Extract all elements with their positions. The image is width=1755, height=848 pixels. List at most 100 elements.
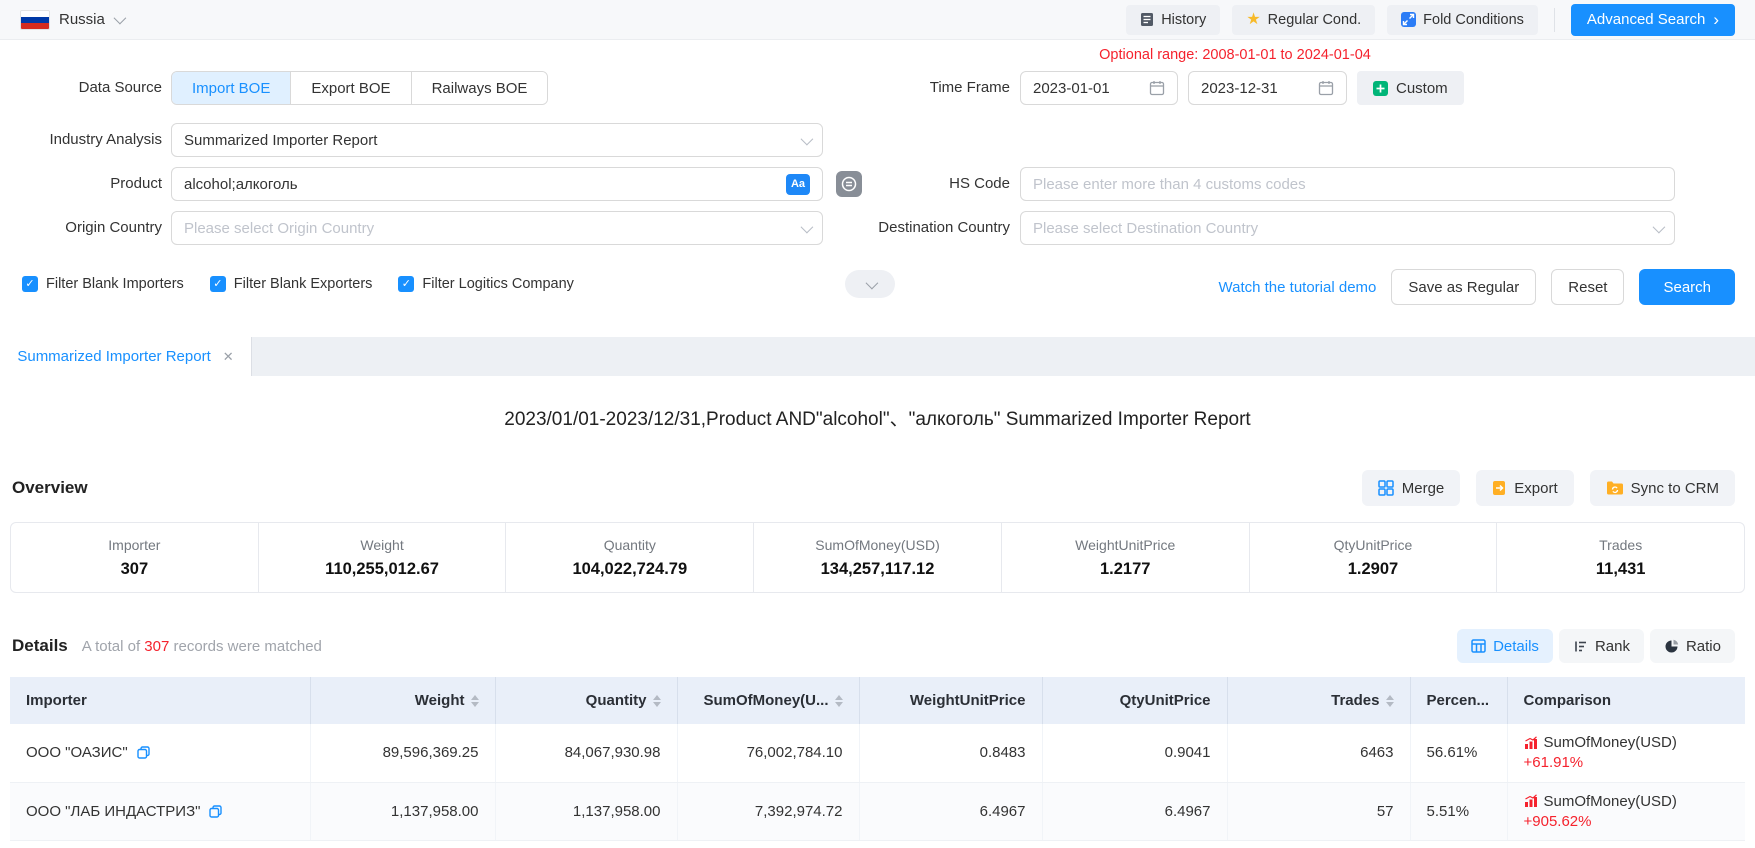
data-source-tabs: Import BOE Export BOE Railways BOE bbox=[171, 71, 548, 105]
view-details-button[interactable]: Details bbox=[1457, 629, 1553, 663]
importer-name-link[interactable]: ООО "ЛАБ ИНДАСТРИЗ" bbox=[26, 803, 200, 820]
report-title: 2023/01/01-2023/12/31,Product AND"alcoho… bbox=[0, 404, 1755, 431]
chevron-down-icon bbox=[1653, 220, 1666, 233]
importer-name-link[interactable]: ООО "ОАЗИС" bbox=[26, 744, 128, 761]
regular-cond-button[interactable]: ★ Regular Cond. bbox=[1232, 5, 1375, 35]
merge-button[interactable]: Merge bbox=[1362, 470, 1461, 506]
col-percentage[interactable]: Percen... bbox=[1410, 677, 1507, 724]
country-selector[interactable]: Russia bbox=[20, 10, 123, 30]
tab-summarized-importer-report[interactable]: Summarized Importer Report ✕ bbox=[0, 337, 252, 376]
hs-code-label: HS Code bbox=[790, 167, 1010, 201]
comparison-cell: SumOfMoney(USD) +905.62% bbox=[1524, 793, 1730, 830]
hs-code-input[interactable]: Please enter more than 4 customs codes bbox=[1020, 167, 1675, 201]
data-source-label: Data Source bbox=[0, 71, 162, 105]
col-quantity[interactable]: Quantity bbox=[495, 677, 677, 724]
table-row: ООО "ОАЗИС" 89,596,369.25 84,067,930.98 … bbox=[10, 724, 1745, 782]
tutorial-demo-link[interactable]: Watch the tutorial demo bbox=[1219, 279, 1377, 296]
col-trades[interactable]: Trades bbox=[1227, 677, 1410, 724]
copy-icon[interactable] bbox=[209, 805, 222, 818]
rank-list-icon bbox=[1573, 639, 1588, 654]
comparison-cell: SumOfMoney(USD) +61.91% bbox=[1524, 734, 1730, 771]
custom-icon bbox=[1373, 81, 1388, 96]
col-comparison[interactable]: Comparison bbox=[1507, 677, 1745, 724]
origin-country-label: Origin Country bbox=[0, 211, 162, 245]
tab-export-boe[interactable]: Export BOE bbox=[291, 72, 411, 104]
table-icon bbox=[1471, 639, 1486, 653]
chevron-down-icon bbox=[801, 132, 814, 145]
calendar-icon bbox=[1149, 80, 1165, 96]
stat-importer: Importer 307 bbox=[11, 523, 259, 592]
topbar-actions: History ★ Regular Cond. Fold Conditions … bbox=[1126, 4, 1735, 36]
stat-trades: Trades 11,431 bbox=[1497, 523, 1744, 592]
search-button[interactable]: Search bbox=[1639, 269, 1735, 305]
view-switcher: Details Rank Ratio bbox=[1457, 629, 1735, 663]
filter-blank-importers-checkbox[interactable]: ✓ Filter Blank Importers bbox=[22, 276, 184, 292]
custom-range-button[interactable]: Custom bbox=[1357, 71, 1464, 105]
product-input[interactable]: alcohol;алкоголь Aа bbox=[171, 167, 823, 201]
history-icon bbox=[1140, 12, 1154, 27]
sort-icon[interactable] bbox=[835, 695, 843, 707]
overview-stats: Importer 307 Weight 110,255,012.67 Quant… bbox=[10, 522, 1745, 593]
stat-weight: Weight 110,255,012.67 bbox=[259, 523, 507, 592]
record-count: 307 bbox=[144, 638, 169, 655]
view-rank-button[interactable]: Rank bbox=[1559, 629, 1644, 663]
trend-chart-icon bbox=[1524, 794, 1538, 808]
sort-icon[interactable] bbox=[653, 695, 661, 707]
tab-railways-boe[interactable]: Railways BOE bbox=[412, 72, 548, 104]
overview-heading: Overview bbox=[12, 478, 88, 498]
destination-country-select[interactable]: Please select Destination Country bbox=[1020, 211, 1675, 245]
trend-chart-icon bbox=[1524, 736, 1538, 750]
filter-blank-exporters-checkbox[interactable]: ✓ Filter Blank Exporters bbox=[210, 276, 373, 292]
country-name: Russia bbox=[59, 11, 105, 28]
comparison-percent: +905.62% bbox=[1524, 813, 1730, 830]
folder-sync-icon bbox=[1606, 481, 1623, 495]
product-label: Product bbox=[0, 167, 162, 201]
col-weight[interactable]: Weight bbox=[310, 677, 495, 724]
chevron-right-icon: › bbox=[1713, 11, 1719, 28]
industry-analysis-label: Industry Analysis bbox=[0, 123, 162, 157]
form-actions: Watch the tutorial demo Save as Regular … bbox=[1219, 269, 1735, 305]
col-weight-unit-price[interactable]: WeightUnitPrice bbox=[859, 677, 1042, 724]
end-date-input[interactable]: 2023-12-31 bbox=[1188, 71, 1347, 105]
collapse-form-button[interactable] bbox=[845, 270, 895, 298]
stat-weight-unit-price: WeightUnitPrice 1.2177 bbox=[1002, 523, 1250, 592]
sort-icon[interactable] bbox=[471, 695, 479, 707]
fold-conditions-button[interactable]: Fold Conditions bbox=[1387, 5, 1538, 35]
russia-flag-icon bbox=[20, 10, 50, 30]
fold-icon bbox=[1401, 12, 1416, 27]
industry-analysis-select[interactable]: Summarized Importer Report bbox=[171, 123, 823, 157]
destination-country-label: Destination Country bbox=[790, 211, 1010, 245]
advanced-search-button[interactable]: Advanced Search › bbox=[1571, 4, 1735, 36]
col-importer[interactable]: Importer bbox=[10, 677, 310, 724]
stat-quantity: Quantity 104,022,724.79 bbox=[506, 523, 754, 592]
trade-data-app: Russia History ★ Regular Cond. Fold Cond… bbox=[0, 0, 1755, 848]
details-summary: Details A total of 307 records were matc… bbox=[12, 636, 322, 656]
view-ratio-button[interactable]: Ratio bbox=[1650, 629, 1735, 663]
overview-actions: Merge Export Sync to CRM bbox=[1362, 470, 1735, 506]
checkbox-checked-icon: ✓ bbox=[22, 276, 38, 292]
col-sum-of-money[interactable]: SumOfMoney(U... bbox=[677, 677, 859, 724]
details-heading: Details bbox=[12, 636, 68, 656]
stat-qty-unit-price: QtyUnitPrice 1.2907 bbox=[1250, 523, 1498, 592]
details-table: Importer Weight Quantity SumOfMoney(U...… bbox=[10, 677, 1745, 841]
table-header-row: Importer Weight Quantity SumOfMoney(U...… bbox=[10, 677, 1745, 724]
close-icon[interactable]: ✕ bbox=[223, 349, 234, 365]
reset-button[interactable]: Reset bbox=[1551, 269, 1624, 305]
merge-icon bbox=[1378, 480, 1394, 496]
export-button[interactable]: Export bbox=[1476, 470, 1573, 506]
checkbox-checked-icon: ✓ bbox=[398, 276, 414, 292]
sort-icon[interactable] bbox=[1386, 695, 1394, 707]
result-tabstrip: Summarized Importer Report ✕ bbox=[0, 337, 1755, 376]
origin-country-select[interactable]: Please select Origin Country bbox=[171, 211, 823, 245]
col-qty-unit-price[interactable]: QtyUnitPrice bbox=[1042, 677, 1227, 724]
overview-header: Overview Merge Export Sync to CRM bbox=[0, 470, 1755, 506]
tab-import-boe[interactable]: Import BOE bbox=[172, 72, 291, 104]
start-date-input[interactable]: 2023-01-01 bbox=[1020, 71, 1178, 105]
filter-logitics-company-checkbox[interactable]: ✓ Filter Logitics Company bbox=[398, 276, 574, 292]
history-button[interactable]: History bbox=[1126, 5, 1220, 35]
divider bbox=[1554, 8, 1555, 32]
save-as-regular-button[interactable]: Save as Regular bbox=[1391, 269, 1536, 305]
sync-to-crm-button[interactable]: Sync to CRM bbox=[1590, 470, 1735, 506]
calendar-icon bbox=[1318, 80, 1334, 96]
copy-icon[interactable] bbox=[137, 746, 150, 759]
